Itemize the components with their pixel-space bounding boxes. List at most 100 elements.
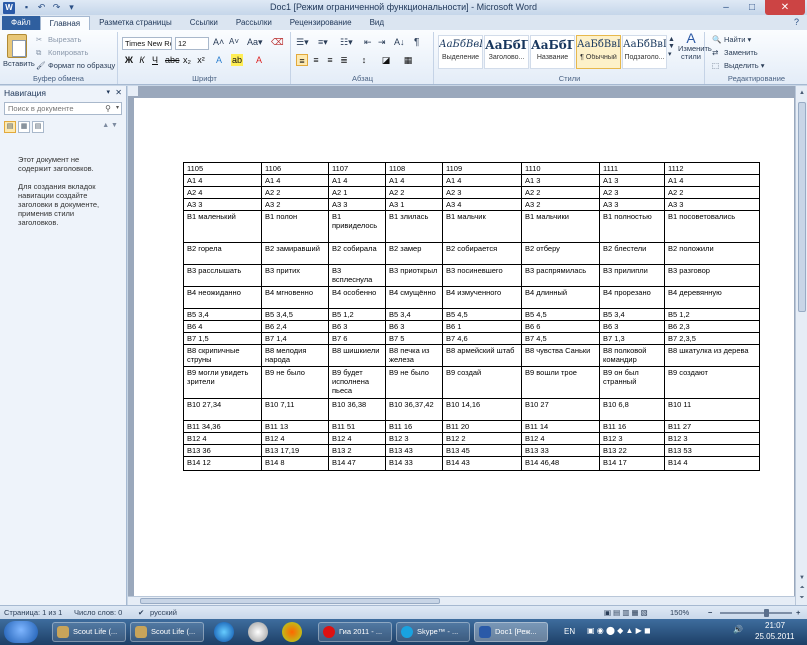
font-name-input[interactable]: Times New Rc — [122, 37, 172, 50]
table-cell[interactable]: В12 2 — [442, 432, 522, 445]
nav-prev-next-icon[interactable]: ▲ ▼ — [102, 121, 118, 133]
table-cell[interactable]: А1 4 — [442, 174, 522, 187]
table-cell[interactable]: В10 6,8 — [599, 398, 665, 421]
zoom-slider-handle[interactable] — [764, 609, 769, 617]
table-cell[interactable]: В10 27 — [521, 398, 600, 421]
zoom-slider[interactable] — [720, 612, 792, 614]
table-cell[interactable]: В3 всплеснула — [328, 264, 386, 287]
copy-button[interactable]: ⧉ Копировать — [36, 48, 88, 58]
nav-pane-close-icon[interactable]: ✕ — [115, 86, 122, 100]
table-cell[interactable]: В8 печка из железа — [385, 344, 443, 367]
page-count[interactable]: Страница: 1 из 1 — [4, 608, 62, 617]
taskbar-scout-life-2[interactable]: Scout Life (... — [130, 622, 204, 642]
table-cell[interactable]: В2 горела — [183, 242, 262, 265]
change-styles-button[interactable]: A Изменить стили — [678, 31, 712, 61]
align-right-icon[interactable]: ≡ — [324, 54, 336, 66]
horizontal-scrollbar[interactable] — [128, 596, 795, 605]
table-cell[interactable]: В14 43 — [442, 456, 522, 471]
table-cell[interactable]: В12 3 — [599, 432, 665, 445]
table-cell[interactable]: В8 чувства Саньки — [521, 344, 600, 367]
superscript-icon[interactable]: x² — [195, 54, 207, 66]
style-normal[interactable]: АаБбВвI ¶ Обычный — [576, 35, 621, 69]
table-cell[interactable]: В2 замер — [385, 242, 443, 265]
taskbar-word[interactable]: Doc1 [Реж... — [474, 622, 548, 642]
justify-icon[interactable]: ≣ — [338, 54, 350, 66]
table-cell[interactable]: В8 шишкиели — [328, 344, 386, 367]
table-cell[interactable]: 1107 — [328, 162, 386, 175]
table-cell[interactable]: В4 измученного — [442, 286, 522, 309]
font-color-icon[interactable]: A — [253, 54, 265, 66]
save-icon[interactable]: ▪ — [21, 2, 32, 13]
increase-indent-icon[interactable]: ⇥ — [378, 37, 386, 48]
redo-icon[interactable]: ↷ — [51, 2, 62, 13]
table-cell[interactable]: В1 привиделось — [328, 210, 386, 243]
multilevel-list-icon[interactable]: ☷▾ — [340, 37, 353, 48]
table-cell[interactable]: В8 скрипичные струны — [183, 344, 262, 367]
vertical-scrollbar[interactable]: ▲ ▼ ⏶ ⏷ — [795, 86, 807, 605]
table-cell[interactable]: В6 1 — [442, 320, 522, 333]
prev-page-icon[interactable]: ⏶ — [796, 583, 807, 593]
table-cell[interactable]: В11 16 — [599, 420, 665, 433]
table-cell[interactable]: В11 16 — [385, 420, 443, 433]
table-cell[interactable]: 1112 — [664, 162, 760, 175]
table-cell[interactable]: В11 20 — [442, 420, 522, 433]
table-cell[interactable]: 1106 — [261, 162, 329, 175]
table-cell[interactable]: В14 12 — [183, 456, 262, 471]
table-cell[interactable]: В3 прилипли — [599, 264, 665, 287]
taskbar-scout-life-1[interactable]: Scout Life (... — [52, 622, 126, 642]
tab-review[interactable]: Рецензирование — [281, 16, 361, 30]
highlight-icon[interactable]: ab — [231, 54, 243, 66]
horizontal-scroll-thumb[interactable] — [140, 598, 440, 604]
answers-table[interactable]: 1105 1106 1107 1108 1109 1110 1111 1112 А1 4 А1 4… — [183, 162, 760, 471]
style-subtitle[interactable]: АаБбВвI Подзаголо... — [622, 35, 667, 69]
table-cell[interactable]: А1 4 — [183, 174, 262, 187]
table-cell[interactable]: В8 полковой командир — [599, 344, 665, 367]
tab-view[interactable]: Вид — [361, 16, 393, 30]
table-cell[interactable]: В4 деревянную — [664, 286, 760, 309]
table-cell[interactable]: В13 22 — [599, 444, 665, 457]
sort-icon[interactable]: A↓ — [394, 37, 405, 47]
table-cell[interactable]: В8 мелодия народа — [261, 344, 329, 367]
table-cell[interactable]: В4 особенно — [328, 286, 386, 309]
table-cell[interactable]: В1 полностью — [599, 210, 665, 243]
input-language[interactable]: EN — [564, 627, 575, 636]
table-cell[interactable]: В10 11 — [664, 398, 760, 421]
table-cell[interactable]: В3 расслышать — [183, 264, 262, 287]
table-cell[interactable]: В2 положили — [664, 242, 760, 265]
table-cell[interactable]: В14 8 — [261, 456, 329, 471]
table-cell[interactable]: 1111 — [599, 162, 665, 175]
table-cell[interactable]: В9 вошли трое — [521, 366, 600, 399]
table-cell[interactable]: В4 мгновенно — [261, 286, 329, 309]
strikethrough-icon[interactable]: abc — [165, 54, 180, 66]
table-cell[interactable]: В6 4 — [183, 320, 262, 333]
table-cell[interactable]: В1 злилась — [385, 210, 443, 243]
shading-icon[interactable]: ◪ — [380, 54, 392, 66]
zoom-in-icon[interactable]: + — [796, 608, 800, 617]
table-cell[interactable]: В5 3,4 — [183, 308, 262, 321]
steam-icon[interactable] — [248, 622, 268, 642]
change-case-icon[interactable]: Aa▾ — [247, 37, 263, 48]
ruler-corner[interactable] — [128, 86, 138, 96]
table-cell[interactable]: А2 2 — [521, 186, 600, 199]
start-button[interactable] — [4, 621, 38, 643]
table-cell[interactable]: В9 не было — [261, 366, 329, 399]
table-cell[interactable]: В13 17,19 — [261, 444, 329, 457]
cut-button[interactable]: ✂ Вырезать — [36, 35, 81, 45]
results-view-icon[interactable]: ▤ — [32, 121, 44, 133]
table-cell[interactable]: В11 34,36 — [183, 420, 262, 433]
paste-icon[interactable] — [7, 34, 27, 58]
taskbar-opera[interactable]: Гиа 2011 - ... — [318, 622, 392, 642]
tab-page-layout[interactable]: Разметка страницы — [90, 16, 181, 30]
table-cell[interactable]: В1 посоветовались — [664, 210, 760, 243]
table-cell[interactable]: В10 7,11 — [261, 398, 329, 421]
show-formatting-icon[interactable]: ¶ — [414, 37, 419, 48]
table-cell[interactable]: В13 45 — [442, 444, 522, 457]
table-cell[interactable]: В7 4,6 — [442, 332, 522, 345]
table-cell[interactable]: В12 4 — [183, 432, 262, 445]
table-cell[interactable]: В3 приоткрыл — [385, 264, 443, 287]
table-cell[interactable]: В4 длинный — [521, 286, 600, 309]
table-cell[interactable]: А3 1 — [385, 198, 443, 211]
table-cell[interactable]: В8 шкатулка из дерева — [664, 344, 760, 367]
table-cell[interactable]: В12 3 — [385, 432, 443, 445]
table-cell[interactable]: В4 прорезано — [599, 286, 665, 309]
